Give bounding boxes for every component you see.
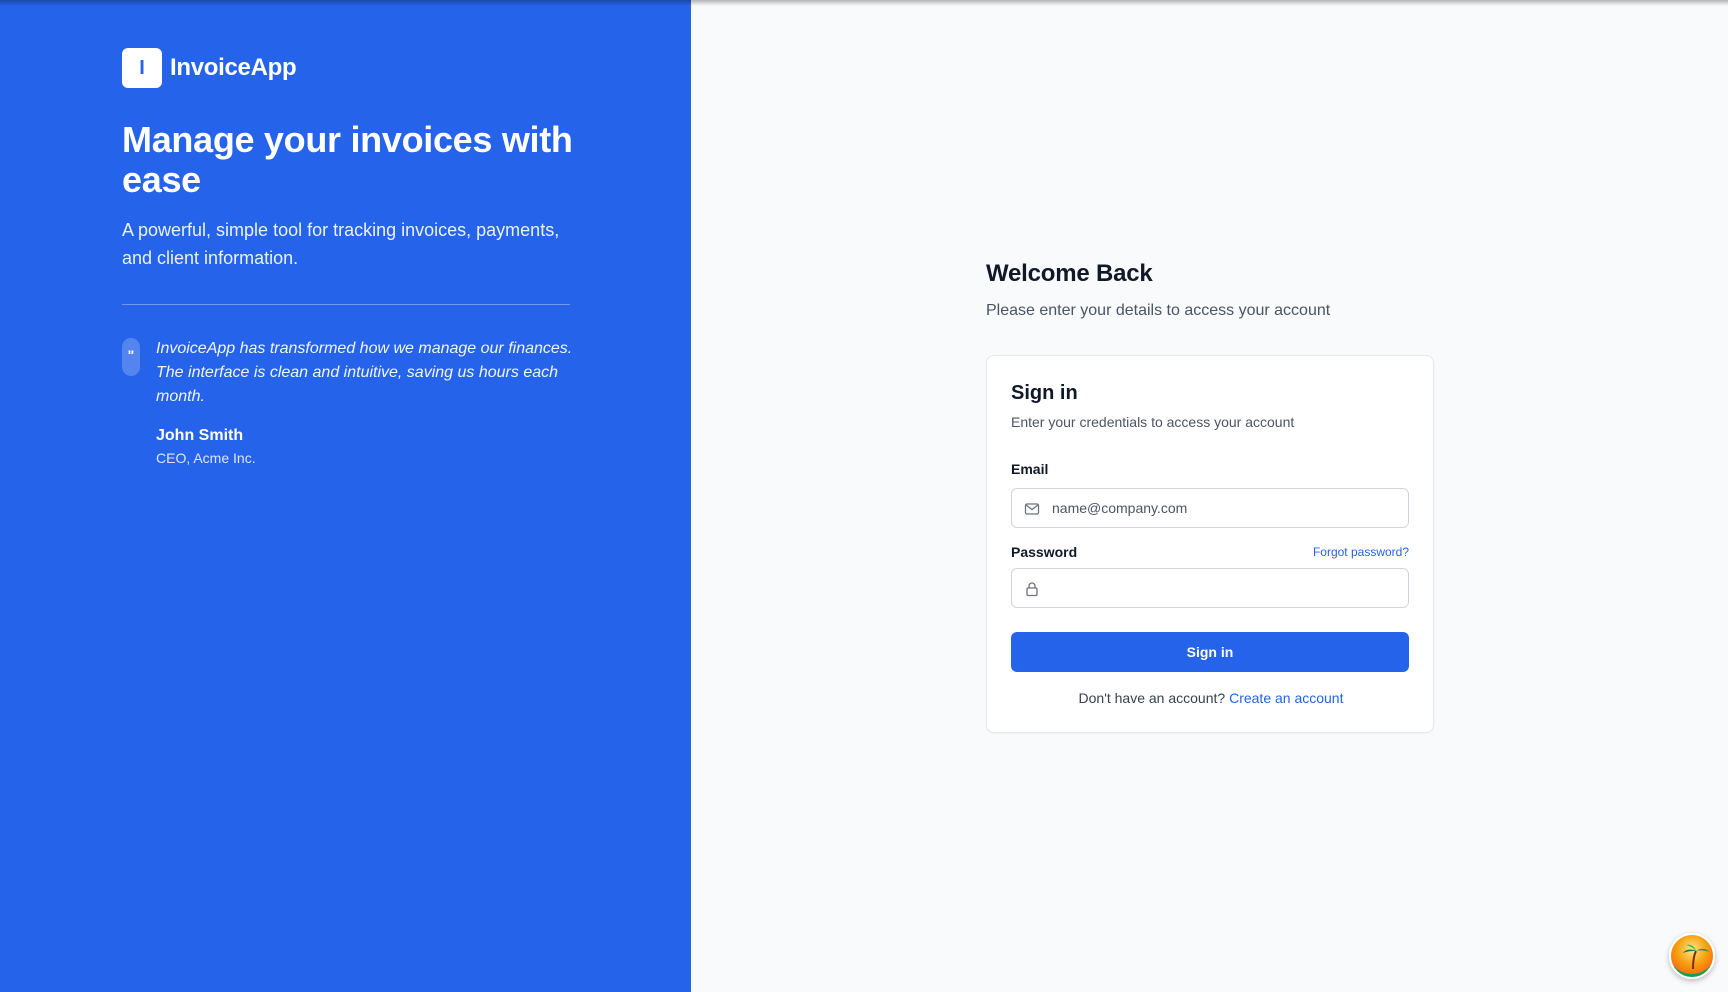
email-field-wrapper (1011, 488, 1409, 528)
assistant-avatar-icon[interactable] (1669, 933, 1715, 979)
logo-icon: I (122, 48, 162, 88)
welcome-title: Welcome Back (986, 260, 1153, 287)
signup-prompt: Don't have an account? (1078, 690, 1226, 706)
email-input[interactable] (1052, 489, 1402, 527)
card-title: Sign in (1011, 382, 1078, 404)
email-label: Email (1011, 461, 1049, 477)
divider (122, 304, 570, 305)
quote-icon: " (122, 338, 140, 376)
mail-icon (1024, 501, 1040, 517)
brand-name: InvoiceApp (170, 54, 297, 81)
testimonial-author: John Smith (156, 427, 244, 444)
welcome-subtitle: Please enter your details to access your… (986, 302, 1331, 319)
create-account-link[interactable]: Create an account (1229, 690, 1343, 706)
signup-prompt-line: Don't have an account? Create an account (987, 690, 1435, 706)
hero-title: Manage your invoices with ease (122, 119, 573, 200)
testimonial-role: CEO, Acme Inc. (156, 450, 256, 466)
testimonial-quote: InvoiceApp has transformed how we manage… (156, 340, 573, 405)
sign-in-button[interactable]: Sign in (1011, 632, 1409, 672)
sign-in-card: Sign in Enter your credentials to access… (986, 355, 1434, 733)
password-label: Password (1011, 544, 1078, 560)
password-field-wrapper (1011, 568, 1409, 608)
password-input[interactable] (1052, 569, 1402, 607)
forgot-password-link[interactable]: Forgot password? (1313, 545, 1409, 559)
marketing-panel: I InvoiceApp Manage your invoices with e… (0, 0, 691, 992)
brand: I InvoiceApp (122, 48, 297, 88)
hero-subtitle: A powerful, simple tool for tracking inv… (122, 220, 560, 268)
lock-icon (1024, 581, 1040, 597)
card-subtitle: Enter your credentials to access your ac… (1011, 414, 1295, 430)
